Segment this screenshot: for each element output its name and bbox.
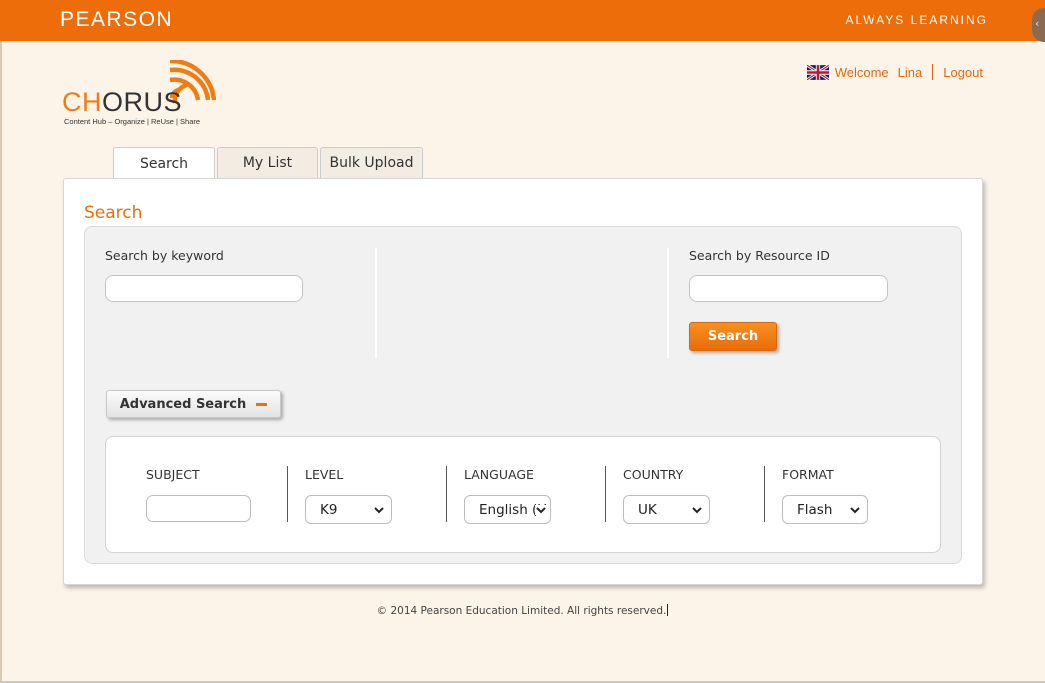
divider bbox=[764, 466, 765, 522]
user-name[interactable]: Lina bbox=[898, 65, 923, 80]
country-value: UK bbox=[638, 501, 657, 518]
subject-label: SUBJECT bbox=[146, 467, 200, 482]
uk-flag-icon bbox=[806, 64, 829, 80]
tab-my-list[interactable]: My List bbox=[217, 147, 318, 178]
collapse-minus-icon bbox=[256, 403, 268, 406]
level-value: K9 bbox=[320, 501, 338, 518]
search-button[interactable]: Search bbox=[689, 322, 777, 351]
chevron-down-icon bbox=[849, 505, 861, 515]
search-box: Search by keyword Search by Resource ID … bbox=[84, 226, 962, 564]
language-label: LANGUAGE bbox=[464, 467, 534, 482]
divider bbox=[605, 466, 606, 522]
tab-search[interactable]: Search bbox=[113, 147, 215, 180]
country-select[interactable]: UK bbox=[623, 495, 710, 524]
advanced-search-label: Advanced Search bbox=[119, 396, 247, 412]
divider bbox=[446, 466, 447, 522]
advanced-search-box: SUBJECT LEVEL K9 LANGUAGE English (U COU… bbox=[105, 436, 941, 553]
tab-bar: Search My List Bulk Upload bbox=[113, 147, 425, 180]
resource-id-label: Search by Resource ID bbox=[689, 248, 830, 263]
window-edge bbox=[0, 41, 2, 683]
logo-subtitle: Content Hub – Organize | ReUse | Share bbox=[64, 117, 201, 126]
format-value: Flash bbox=[797, 501, 833, 518]
level-label: LEVEL bbox=[305, 467, 344, 482]
pearson-brand: PEARSON bbox=[60, 8, 174, 31]
format-select[interactable]: Flash bbox=[782, 495, 868, 524]
chevron-left-icon: ‹ bbox=[1035, 17, 1040, 30]
side-panel-toggle[interactable]: ‹ bbox=[1032, 8, 1045, 42]
text-cursor bbox=[667, 604, 669, 616]
advanced-search-button[interactable]: Advanced Search bbox=[106, 390, 281, 418]
tab-bulk-upload[interactable]: Bulk Upload bbox=[320, 147, 423, 178]
separator bbox=[932, 64, 934, 80]
logo-wordmark: CHORUS bbox=[62, 87, 183, 117]
search-panel: Search Search by keyword Search by Resou… bbox=[63, 178, 983, 585]
resource-id-input[interactable] bbox=[689, 275, 888, 302]
divider bbox=[375, 248, 377, 358]
chevron-down-icon bbox=[535, 505, 547, 515]
chorus-logo: CHORUS Content Hub – Organize | ReUse | … bbox=[62, 60, 222, 132]
user-bar: Welcome Lina Logout bbox=[806, 62, 983, 82]
footer: © 2014 Pearson Education Limited. All ri… bbox=[0, 604, 1045, 617]
keyword-label: Search by keyword bbox=[105, 248, 224, 263]
copyright-text: © 2014 Pearson Education Limited. All ri… bbox=[376, 605, 667, 617]
panel-title: Search bbox=[84, 203, 143, 223]
logout-link[interactable]: Logout bbox=[943, 65, 983, 80]
divider bbox=[667, 248, 669, 358]
country-label: COUNTRY bbox=[623, 467, 684, 482]
top-bar: PEARSON ALWAYS LEARNING bbox=[0, 0, 1045, 41]
welcome-text: Welcome bbox=[834, 64, 889, 80]
language-select[interactable]: English (U bbox=[464, 495, 551, 524]
format-label: FORMAT bbox=[782, 467, 834, 482]
keyword-input[interactable] bbox=[105, 275, 303, 302]
divider bbox=[287, 466, 288, 522]
subject-input[interactable] bbox=[146, 495, 251, 522]
tagline: ALWAYS LEARNING bbox=[845, 13, 988, 27]
chevron-down-icon bbox=[691, 505, 703, 515]
level-select[interactable]: K9 bbox=[305, 495, 392, 524]
chevron-down-icon bbox=[373, 505, 385, 515]
